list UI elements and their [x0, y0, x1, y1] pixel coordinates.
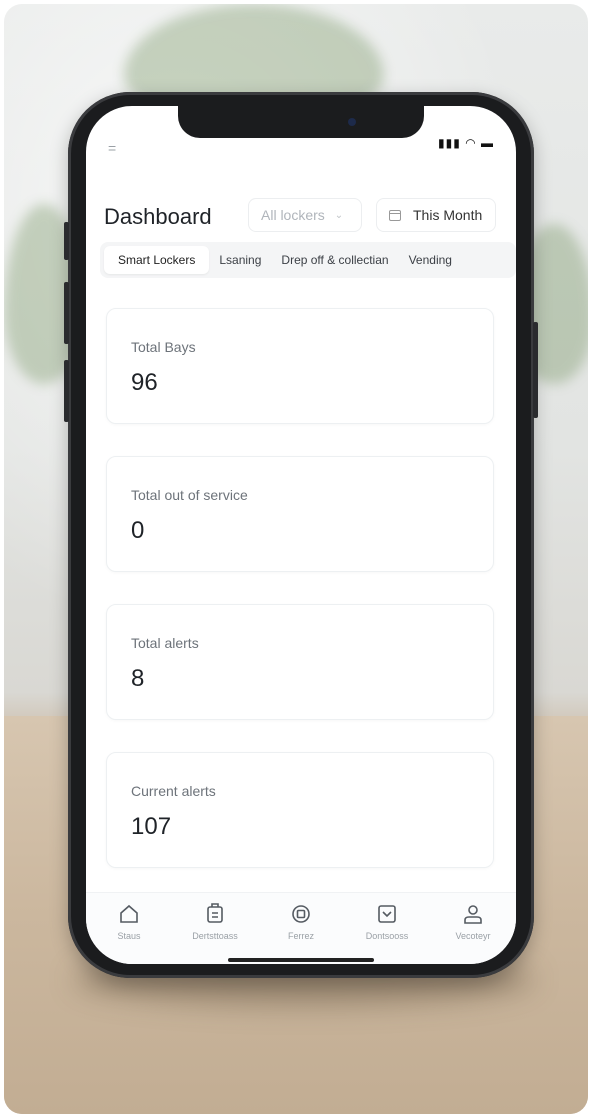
- date-filter-label: This Month: [413, 207, 483, 223]
- home-indicator[interactable]: [228, 958, 374, 962]
- nav-label: Staus: [117, 931, 141, 941]
- stat-card-out-of-service[interactable]: Total out of service 0: [106, 456, 494, 572]
- calendar-icon: [389, 209, 401, 221]
- nav-label: Dontsooss: [365, 931, 409, 941]
- phone-frame: = ▮▮▮ ◠ ▬ Dashboard All lockers ⌄ This M…: [64, 92, 538, 978]
- parcel-icon: [207, 903, 223, 923]
- stat-value: 8: [131, 665, 145, 692]
- tab-drop-off-collection[interactable]: Drep off & collectian: [271, 246, 398, 274]
- chevron-down-icon: ⌄: [334, 209, 344, 221]
- lockers-filter-label: All lockers: [261, 207, 325, 223]
- box-icon: [292, 905, 310, 923]
- stat-value: 96: [131, 369, 158, 396]
- stat-label: Total alerts: [131, 635, 199, 651]
- nav-item-deliveries[interactable]: Dertsttoass: [175, 903, 255, 941]
- stat-card-total-bays[interactable]: Total Bays 96: [106, 308, 494, 424]
- lockers-filter-dropdown[interactable]: All lockers ⌄: [248, 198, 362, 232]
- nav-item-collections[interactable]: Dontsooss: [347, 903, 427, 941]
- volume-button: [64, 282, 69, 344]
- tab-smart-lockers[interactable]: Smart Lockers: [104, 246, 210, 274]
- notch: [178, 106, 424, 138]
- date-filter-button[interactable]: This Month: [376, 198, 496, 232]
- stat-label: Total out of service: [131, 487, 248, 503]
- stat-label: Total Bays: [131, 339, 196, 355]
- stat-card-total-alerts[interactable]: Total alerts 8: [106, 604, 494, 720]
- tab-label: Smart Lockers: [118, 253, 196, 267]
- nav-label: Dertsttoass: [192, 931, 238, 941]
- phone-screen: = ▮▮▮ ◠ ▬ Dashboard All lockers ⌄ This M…: [86, 106, 516, 964]
- nav-label: Vecoteyr: [455, 931, 491, 941]
- nav-label: Ferrez: [287, 931, 314, 941]
- tab-label: Drep off & collectian: [281, 253, 389, 267]
- status-indicators: ▮▮▮ ◠ ▬: [438, 136, 494, 150]
- bottom-navigation: Staus Dertsttoass Ferrez Dontsooss Vecot…: [86, 892, 516, 964]
- tab-vending[interactable]: Vending: [399, 246, 462, 274]
- inbox-icon: [378, 905, 396, 923]
- nav-item-account[interactable]: Vecoteyr: [433, 903, 513, 941]
- user-icon: [464, 905, 482, 924]
- category-tabs: Smart Lockers Lsaning Drep off & collect…: [100, 242, 516, 278]
- page-title: Dashboard: [104, 204, 212, 229]
- stat-value: 0: [131, 517, 145, 544]
- tab-label: Vending: [408, 253, 452, 267]
- volume-button: [64, 360, 69, 422]
- tab-label: Lsaning: [219, 253, 262, 267]
- camera-icon: [348, 118, 356, 126]
- stat-value: 107: [131, 813, 172, 840]
- stat-label: Current alerts: [131, 783, 216, 799]
- nav-item-boxes[interactable]: Ferrez: [261, 903, 341, 941]
- tab-leasing[interactable]: Lsaning: [209, 246, 271, 274]
- stat-card-current-alerts[interactable]: Current alerts 107: [106, 752, 494, 868]
- power-button: [533, 322, 538, 418]
- home-icon: [120, 904, 138, 923]
- volume-button: [64, 222, 69, 260]
- menu-icon[interactable]: =: [108, 140, 116, 156]
- nav-item-status[interactable]: Staus: [89, 903, 169, 941]
